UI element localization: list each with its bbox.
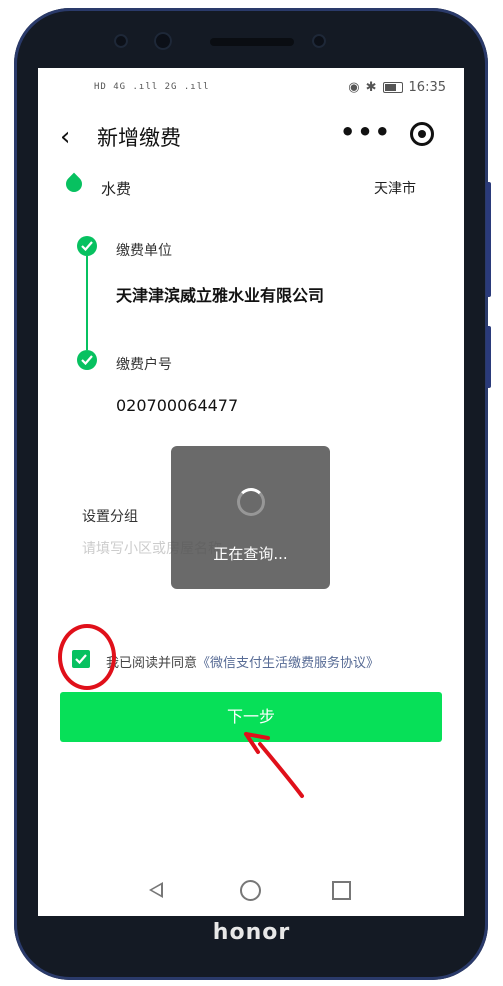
annotation-arrow	[244, 732, 304, 798]
